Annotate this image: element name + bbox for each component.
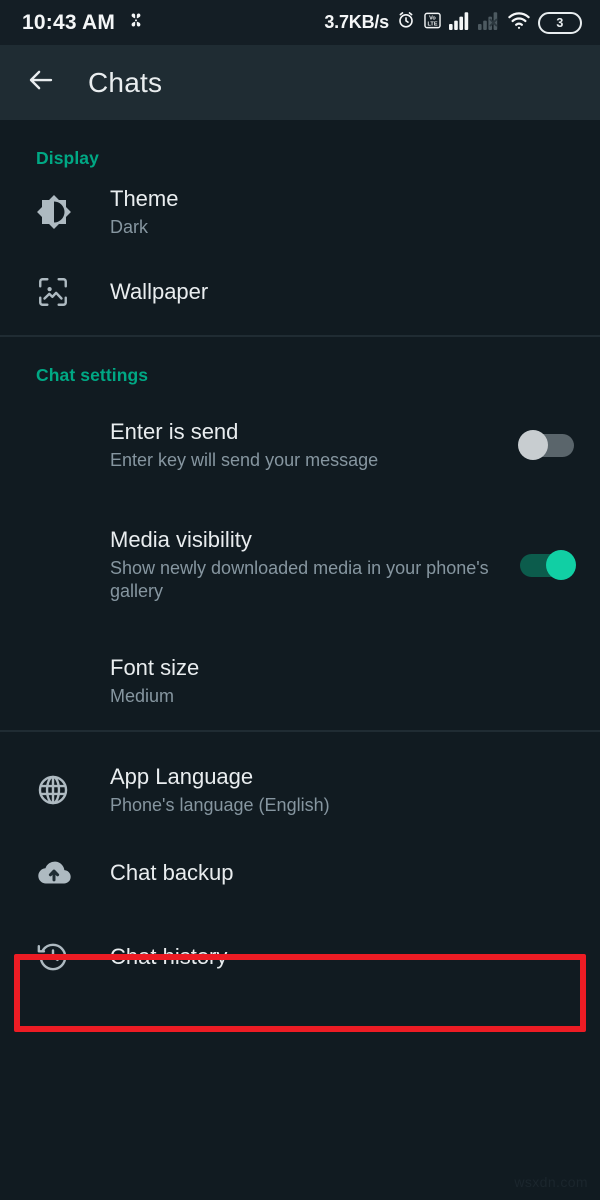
- settings-row-texts: App Language Phone's language (English): [92, 763, 576, 817]
- back-arrow-icon[interactable]: [26, 65, 56, 100]
- signal-bars-icon: [449, 11, 471, 35]
- settings-row-chat-history[interactable]: Chat history: [0, 915, 600, 999]
- pinwheel-icon: [126, 10, 146, 35]
- settings-row-texts: Font size Medium: [36, 654, 576, 708]
- row-title: Font size: [110, 654, 200, 680]
- settings-row-app-language[interactable]: App Language Phone's language (English): [0, 749, 600, 831]
- row-title: Enter is send: [110, 418, 239, 444]
- settings-row-enter-is-send[interactable]: Enter is send Enter key will send your m…: [0, 392, 600, 498]
- settings-row-texts: Enter is send Enter key will send your m…: [36, 418, 506, 472]
- row-title: Media visibility: [110, 527, 252, 553]
- phone-screen: 10:43 AM 3.7KB/s Vo LTE 3 Chats Display …: [0, 0, 600, 1200]
- cloud-upload-icon: [36, 855, 92, 891]
- row-title: App Language: [110, 763, 254, 789]
- toggle-enter-is-send[interactable]: [518, 430, 576, 460]
- globe-icon: [36, 773, 92, 807]
- section-header-display: Display: [36, 148, 99, 168]
- status-bar-left: 10:43 AM: [22, 10, 146, 35]
- settings-row-texts: Chat history: [92, 943, 576, 971]
- app-bar: Chats: [0, 45, 600, 120]
- settings-row-texts: Media visibility Show newly downloaded m…: [36, 526, 506, 604]
- alarm-icon: [396, 10, 416, 35]
- status-bar: 10:43 AM 3.7KB/s Vo LTE 3: [0, 0, 600, 45]
- row-subtitle: Show newly downloaded media in your phon…: [110, 557, 489, 602]
- row-subtitle: Dark: [110, 216, 149, 237]
- svg-text:Vo: Vo: [429, 15, 436, 21]
- status-bar-right: 3.7KB/s Vo LTE 3: [324, 10, 582, 35]
- toggle-media-visibility[interactable]: [518, 550, 576, 580]
- image-icon: [36, 275, 92, 309]
- toggle-knob: [518, 430, 548, 460]
- settings-row-texts: Theme Dark: [92, 185, 576, 239]
- section-header-chat-settings: Chat settings: [36, 365, 149, 385]
- watermark: wsxdn.com: [514, 1174, 588, 1190]
- row-subtitle: Enter key will send your message: [110, 449, 379, 470]
- brightness-icon: [36, 194, 92, 230]
- svg-text:LTE: LTE: [427, 21, 437, 27]
- settings-row-chat-backup[interactable]: Chat backup: [0, 831, 600, 915]
- row-title: Chat history: [110, 944, 228, 970]
- row-title: Theme: [110, 185, 179, 211]
- settings-row-media-visibility[interactable]: Media visibility Show newly downloaded m…: [0, 498, 600, 632]
- toggle-knob: [546, 550, 576, 580]
- settings-row-font-size[interactable]: Font size Medium: [0, 632, 600, 730]
- row-title: Wallpaper: [110, 279, 209, 305]
- network-speed-label: 3.7KB/s: [324, 12, 389, 32]
- row-subtitle: Phone's language (English): [110, 794, 330, 815]
- row-title: Chat backup: [110, 860, 234, 886]
- settings-row-texts: Chat backup: [92, 859, 576, 887]
- wifi-icon: [507, 11, 531, 35]
- row-subtitle: Medium: [110, 685, 175, 706]
- page-title: Chats: [88, 66, 163, 98]
- settings-row-texts: Wallpaper: [92, 278, 576, 306]
- battery-indicator: 3: [538, 11, 582, 34]
- history-icon: [36, 940, 92, 974]
- signal-no-service-icon: [478, 11, 500, 35]
- settings-row-theme[interactable]: Theme Dark: [0, 175, 600, 249]
- settings-list: Display Theme Dark Wallpaper Chat settin…: [0, 120, 600, 999]
- volte-icon: Vo LTE: [423, 11, 442, 35]
- settings-row-wallpaper[interactable]: Wallpaper: [0, 249, 600, 335]
- status-bar-clock: 10:43 AM: [22, 10, 116, 34]
